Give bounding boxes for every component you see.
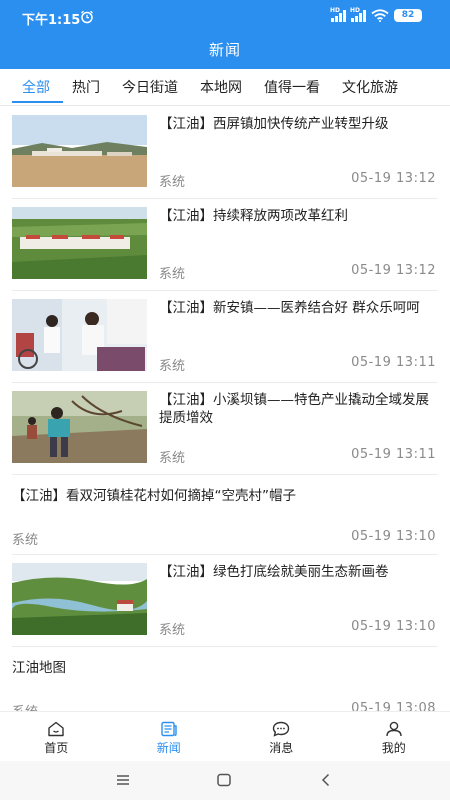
news-source: 系统 [159,623,186,638]
battery-icon: 82 [394,9,422,22]
status-bar: 下午1:15 HD HD 82 [0,0,450,33]
news-source: 系统 [159,451,186,466]
news-time: 05-19 13:12 [351,263,436,278]
news-title: 【江油】西屏镇加快传统产业转型升级 [159,116,389,132]
news-item[interactable]: 【江油】新安镇——医养结合好 群众乐呵呵 系统 05-19 13:11 [12,291,438,383]
tab-today-street[interactable]: 今日街道 [111,69,189,105]
news-title: 【江油】绿色打底绘就美丽生态新画卷 [159,564,389,580]
news-time: 05-19 13:10 [351,619,436,634]
wifi-icon [371,9,389,22]
news-source: 系统 [159,175,186,190]
news-title: 【江油】持续释放两项改革红利 [159,208,348,224]
app-header: 下午1:15 HD HD 82 新闻 [0,0,450,69]
news-thumbnail [12,299,147,371]
signal-icon: HD [350,7,366,22]
news-thumbnail [12,563,147,635]
news-time: 05-19 13:10 [351,529,436,544]
nav-profile-label: 我的 [381,741,406,755]
tab-all[interactable]: 全部 [0,69,63,105]
status-icons: HD HD 82 [330,7,422,22]
system-nav-bar [0,761,450,800]
back-icon[interactable] [317,771,335,789]
news-title: 江油地图 [12,660,66,676]
profile-icon [386,721,402,737]
news-list: 【江油】西屏镇加快传统产业转型升级 系统 05-19 13:12 【江油】持续释… [0,107,450,720]
tab-worth-seeing[interactable]: 值得一看 [253,69,331,105]
menu-icon[interactable] [114,771,132,789]
tab-hot[interactable]: 热门 [61,69,111,105]
tab-culture-tourism[interactable]: 文化旅游 [331,69,409,105]
news-item[interactable]: 【江油】看双河镇桂花村如何摘掉“空壳村”帽子 系统 05-19 13:10 [12,475,438,555]
news-thumbnail [12,115,147,187]
message-icon [273,721,290,737]
news-item[interactable]: 【江油】小溪坝镇——特色产业撬动全域发展提质增效 系统 05-19 13:11 [12,383,438,475]
news-title: 【江油】小溪坝镇——特色产业撬动全域发展提质增效 [159,392,429,426]
news-thumbnail [12,391,147,463]
signal-icon: HD [330,7,346,22]
news-item[interactable]: 【江油】绿色打底绘就美丽生态新画卷 系统 05-19 13:10 [12,555,438,647]
home-button-icon[interactable] [215,771,233,789]
news-source: 系统 [12,533,39,548]
nav-profile[interactable]: 我的 [338,712,450,761]
news-thumbnail [12,207,147,279]
news-time: 05-19 13:11 [351,355,436,370]
nav-news[interactable]: 新闻 [113,712,226,761]
news-title: 【江油】看双河镇桂花村如何摘掉“空壳村”帽子 [12,488,296,504]
category-tabs: 全部 热门 今日街道 本地网 值得一看 文化旅游 [0,69,450,106]
home-icon [48,721,64,737]
news-time: 05-19 13:11 [351,447,436,462]
nav-messages-label: 消息 [269,741,294,755]
bottom-nav: 首页 新闻 消息 我的 [0,711,450,761]
nav-home-label: 首页 [44,741,69,755]
news-source: 系统 [159,359,186,374]
alarm-icon [81,10,93,24]
news-item[interactable]: 【江油】西屏镇加快传统产业转型升级 系统 05-19 13:12 [12,107,438,199]
news-source: 系统 [159,267,186,282]
page-title: 新闻 [208,41,241,59]
nav-news-label: 新闻 [156,741,181,755]
nav-messages[interactable]: 消息 [225,712,338,761]
news-title: 【江油】新安镇——医养结合好 群众乐呵呵 [159,300,420,316]
news-icon [161,721,177,737]
tab-local[interactable]: 本地网 [189,69,253,105]
news-item[interactable]: 江油地图 系统 05-19 13:08 [12,647,438,720]
news-time: 05-19 13:12 [351,171,436,186]
news-item[interactable]: 【江油】持续释放两项改革红利 系统 05-19 13:12 [12,199,438,291]
status-time: 下午1:15 [22,13,81,28]
nav-home[interactable]: 首页 [0,712,113,761]
